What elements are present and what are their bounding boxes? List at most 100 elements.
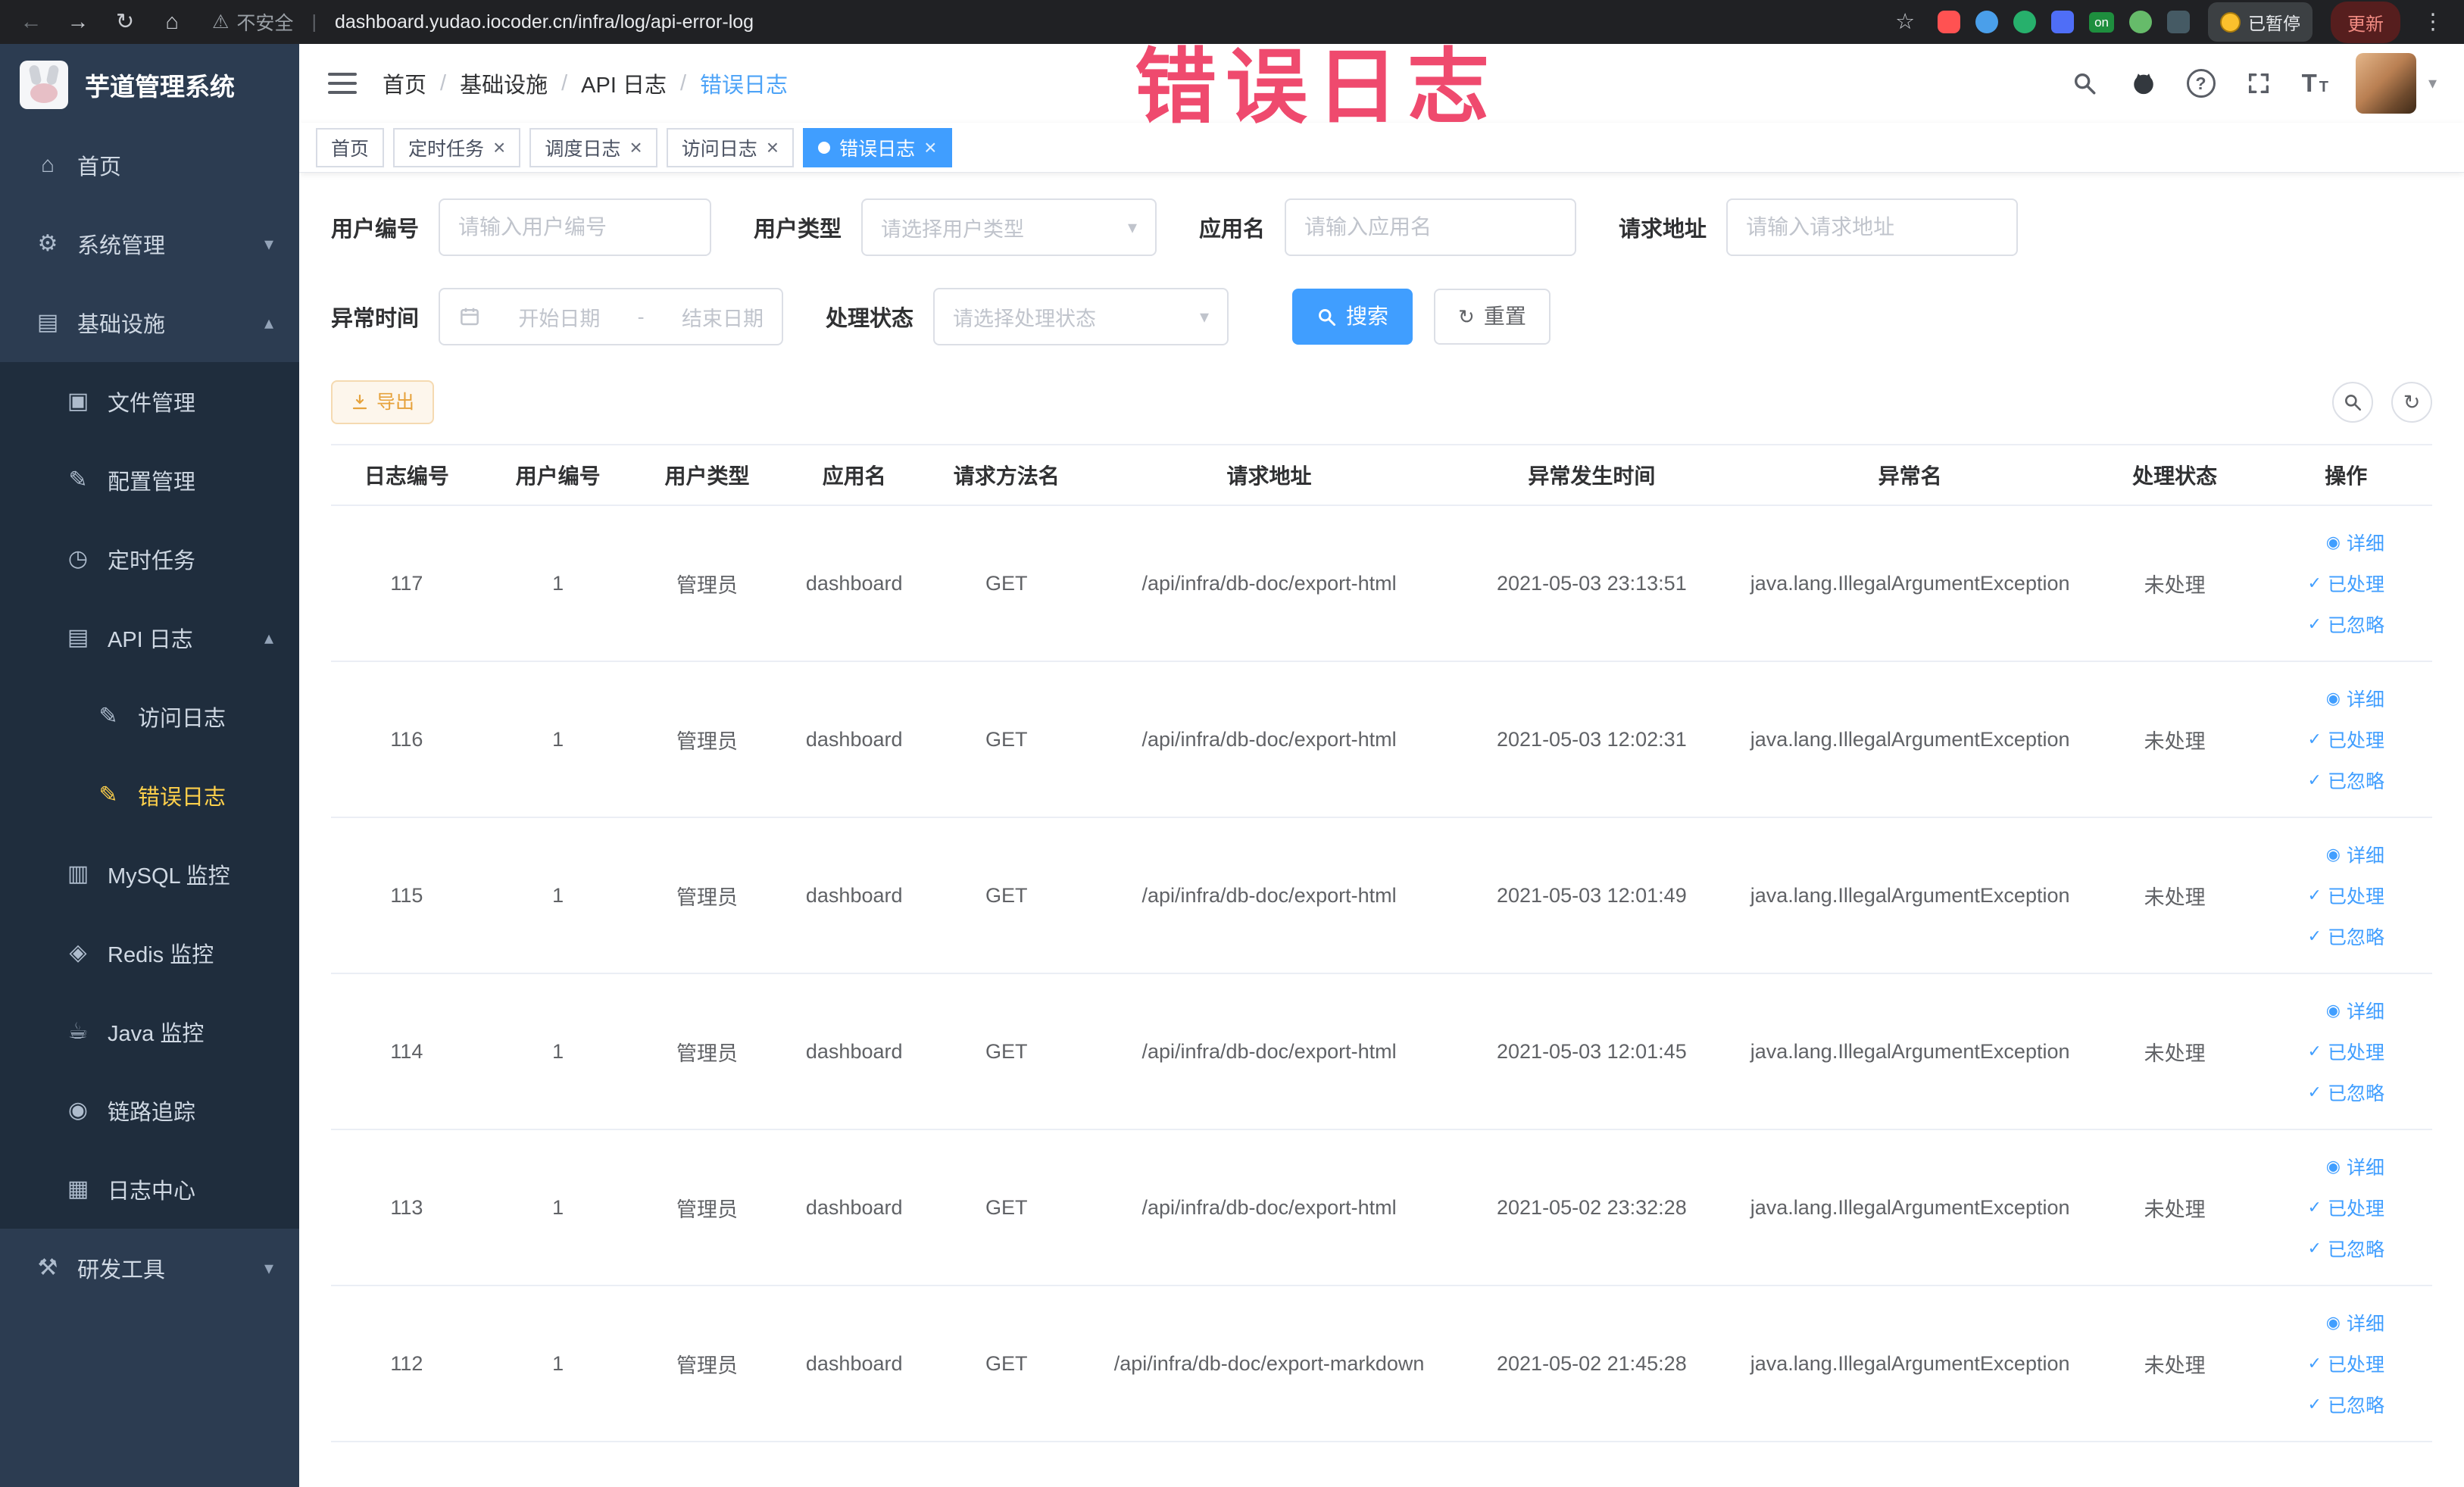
avatar-chevron-down-icon[interactable]: ▾: [2428, 73, 2437, 93]
sidebar-item-api-log[interactable]: ▤ API 日志 ▴: [0, 598, 299, 677]
tab-error-log[interactable]: 错误日志 ×: [803, 127, 952, 167]
app-logo[interactable]: 芋道管理系统: [0, 44, 299, 126]
sidebar-item-config-manage[interactable]: ✎ 配置管理: [0, 441, 299, 520]
sidebar-item-error-log[interactable]: ✎ 错误日志: [0, 756, 299, 835]
mark-ignored-link[interactable]: ✓ 已忽略: [2308, 923, 2384, 950]
back-icon[interactable]: ←: [17, 11, 45, 33]
reload-icon[interactable]: ↻: [111, 11, 139, 33]
sidebar-item-dev-tools[interactable]: ⚒ 研发工具 ▾: [0, 1229, 299, 1307]
browser-home-icon[interactable]: ⌂: [158, 11, 186, 33]
close-icon[interactable]: ×: [924, 136, 936, 158]
mark-processed-link[interactable]: ✓ 已处理: [2308, 882, 2384, 909]
detail-link[interactable]: ◉ 详细: [2326, 1153, 2384, 1180]
breadcrumb-home[interactable]: 首页: [383, 67, 426, 99]
sidebar-item-mysql-monitor[interactable]: ▥ MySQL 监控: [0, 835, 299, 914]
site-security[interactable]: ⚠ 不安全: [212, 8, 293, 36]
exception-time-range-picker[interactable]: 开始日期 - 结束日期: [439, 288, 784, 345]
sidebar-item-java-monitor[interactable]: ☕ Java 监控: [0, 992, 299, 1071]
sidebar-item-redis-monitor[interactable]: ◈ Redis 监控: [0, 914, 299, 992]
browser-menu-icon[interactable]: ⋮: [2419, 11, 2447, 33]
detail-link[interactable]: ◉ 详细: [2326, 1309, 2384, 1336]
mark-processed-link[interactable]: ✓ 已处理: [2308, 570, 2384, 597]
detail-link[interactable]: ◉ 详细: [2326, 529, 2384, 556]
tab-job-log[interactable]: 调度日志 ×: [529, 127, 657, 167]
extension-icon[interactable]: [1938, 11, 1961, 33]
extension-icon[interactable]: [2051, 11, 2075, 33]
sidebar-item-label: 访问日志: [138, 707, 226, 731]
extension-icon[interactable]: [2129, 11, 2152, 33]
tab-cron-job[interactable]: 定时任务 ×: [393, 127, 521, 167]
home-icon: ⌂: [40, 152, 55, 177]
sidebar-item-system[interactable]: ⚙ 系统管理 ▾: [0, 205, 299, 283]
java-icon: ☕: [67, 1019, 89, 1044]
extension-icon[interactable]: [2167, 11, 2190, 33]
url-text[interactable]: dashboard.yudao.iocoder.cn/infra/log/api…: [335, 11, 754, 33]
extension-icon[interactable]: [2013, 11, 2037, 33]
mark-ignored-link[interactable]: ✓ 已忽略: [2308, 611, 2384, 638]
user-id-input[interactable]: [439, 198, 712, 256]
mark-ignored-link[interactable]: ✓ 已忽略: [2308, 1391, 2384, 1418]
export-button[interactable]: 导出: [331, 380, 435, 424]
cell-exception: java.lang.IllegalArgumentException: [1730, 973, 2090, 1130]
request-url-input[interactable]: [1726, 198, 2019, 256]
forward-icon[interactable]: →: [64, 11, 92, 33]
detail-link[interactable]: ◉ 详细: [2326, 997, 2384, 1024]
toggle-search-button[interactable]: [2332, 382, 2373, 423]
tab-access-log[interactable]: 访问日志 ×: [666, 127, 795, 167]
breadcrumb-api-log[interactable]: API 日志: [581, 67, 667, 99]
cell-user-id: 1: [482, 817, 634, 974]
close-icon[interactable]: ×: [767, 136, 779, 158]
close-icon[interactable]: ×: [629, 136, 642, 158]
mark-processed-link[interactable]: ✓ 已处理: [2308, 1194, 2384, 1221]
fullscreen-icon[interactable]: [2243, 67, 2275, 99]
search-button[interactable]: 搜索: [1292, 289, 1413, 345]
cell-user-id: 1: [482, 1129, 634, 1286]
sidebar-item-home[interactable]: ⌂ 首页: [0, 126, 299, 205]
tab-home[interactable]: 首页: [316, 127, 385, 167]
sidebar-item-infra[interactable]: ▤ 基础设施 ▴: [0, 283, 299, 362]
user-avatar[interactable]: [2355, 53, 2416, 114]
sidebar-item-label: 基础设施: [77, 313, 166, 337]
close-icon[interactable]: ×: [493, 136, 505, 158]
cell-method: GET: [927, 661, 1085, 818]
extension-icon[interactable]: [1975, 11, 1999, 33]
mark-processed-link[interactable]: ✓ 已处理: [2308, 726, 2384, 753]
cell-status: 未处理: [2089, 661, 2260, 818]
app-name-input[interactable]: [1285, 198, 1577, 256]
mark-ignored-link[interactable]: ✓ 已忽略: [2308, 1079, 2384, 1106]
sidebar-item-file-manage[interactable]: ▣ 文件管理: [0, 362, 299, 441]
github-icon[interactable]: [2128, 67, 2160, 99]
sidebar-item-access-log[interactable]: ✎ 访问日志: [0, 677, 299, 756]
detail-link[interactable]: ◉ 详细: [2326, 685, 2384, 712]
sidebar-item-trace[interactable]: ◉ 链路追踪: [0, 1071, 299, 1150]
cell-exception: java.lang.IllegalArgumentException: [1730, 1129, 2090, 1286]
hamburger-icon[interactable]: [326, 68, 358, 98]
column-header: 操作: [2259, 444, 2432, 506]
cell-actions: ◉ 详细 ✓ 已处理 ✓ 已忽略: [2259, 817, 2432, 974]
process-status-select[interactable]: 请选择处理状态 ▾: [933, 288, 1229, 345]
action-label: 已处理: [2327, 574, 2384, 595]
extension-on-badge[interactable]: on: [2089, 11, 2114, 33]
sidebar-item-label: 日志中心: [108, 1179, 196, 1204]
emoji-icon: [2220, 11, 2241, 33]
mark-processed-link[interactable]: ✓ 已处理: [2308, 1350, 2384, 1377]
sidebar-item-cron-job[interactable]: ◷ 定时任务: [0, 520, 299, 598]
mark-ignored-link[interactable]: ✓ 已忽略: [2308, 767, 2384, 794]
mark-ignored-link[interactable]: ✓ 已忽略: [2308, 1235, 2384, 1262]
browser-update-button[interactable]: 更新: [2331, 1, 2400, 43]
user-type-select[interactable]: 请选择用户类型 ▾: [861, 198, 1157, 256]
paused-extension-button[interactable]: 已暂停: [2208, 2, 2313, 42]
detail-link[interactable]: ◉ 详细: [2326, 841, 2384, 868]
navbar-actions: ? TT ▾: [2069, 53, 2437, 114]
font-size-icon[interactable]: TT: [2302, 69, 2328, 98]
refresh-icon: ↻: [1458, 305, 1475, 328]
breadcrumb-infra[interactable]: 基础设施: [460, 67, 548, 99]
search-icon[interactable]: [2069, 67, 2100, 99]
help-icon[interactable]: ?: [2186, 69, 2216, 98]
sidebar-item-log-center[interactable]: ▦ 日志中心: [0, 1150, 299, 1229]
bookmark-star-icon[interactable]: ☆: [1891, 11, 1919, 33]
mark-processed-link[interactable]: ✓ 已处理: [2308, 1038, 2384, 1065]
reset-button[interactable]: ↻ 重置: [1434, 289, 1551, 345]
cell-exception: java.lang.IllegalArgumentException: [1730, 817, 2090, 974]
refresh-table-button[interactable]: ↻: [2391, 382, 2432, 423]
